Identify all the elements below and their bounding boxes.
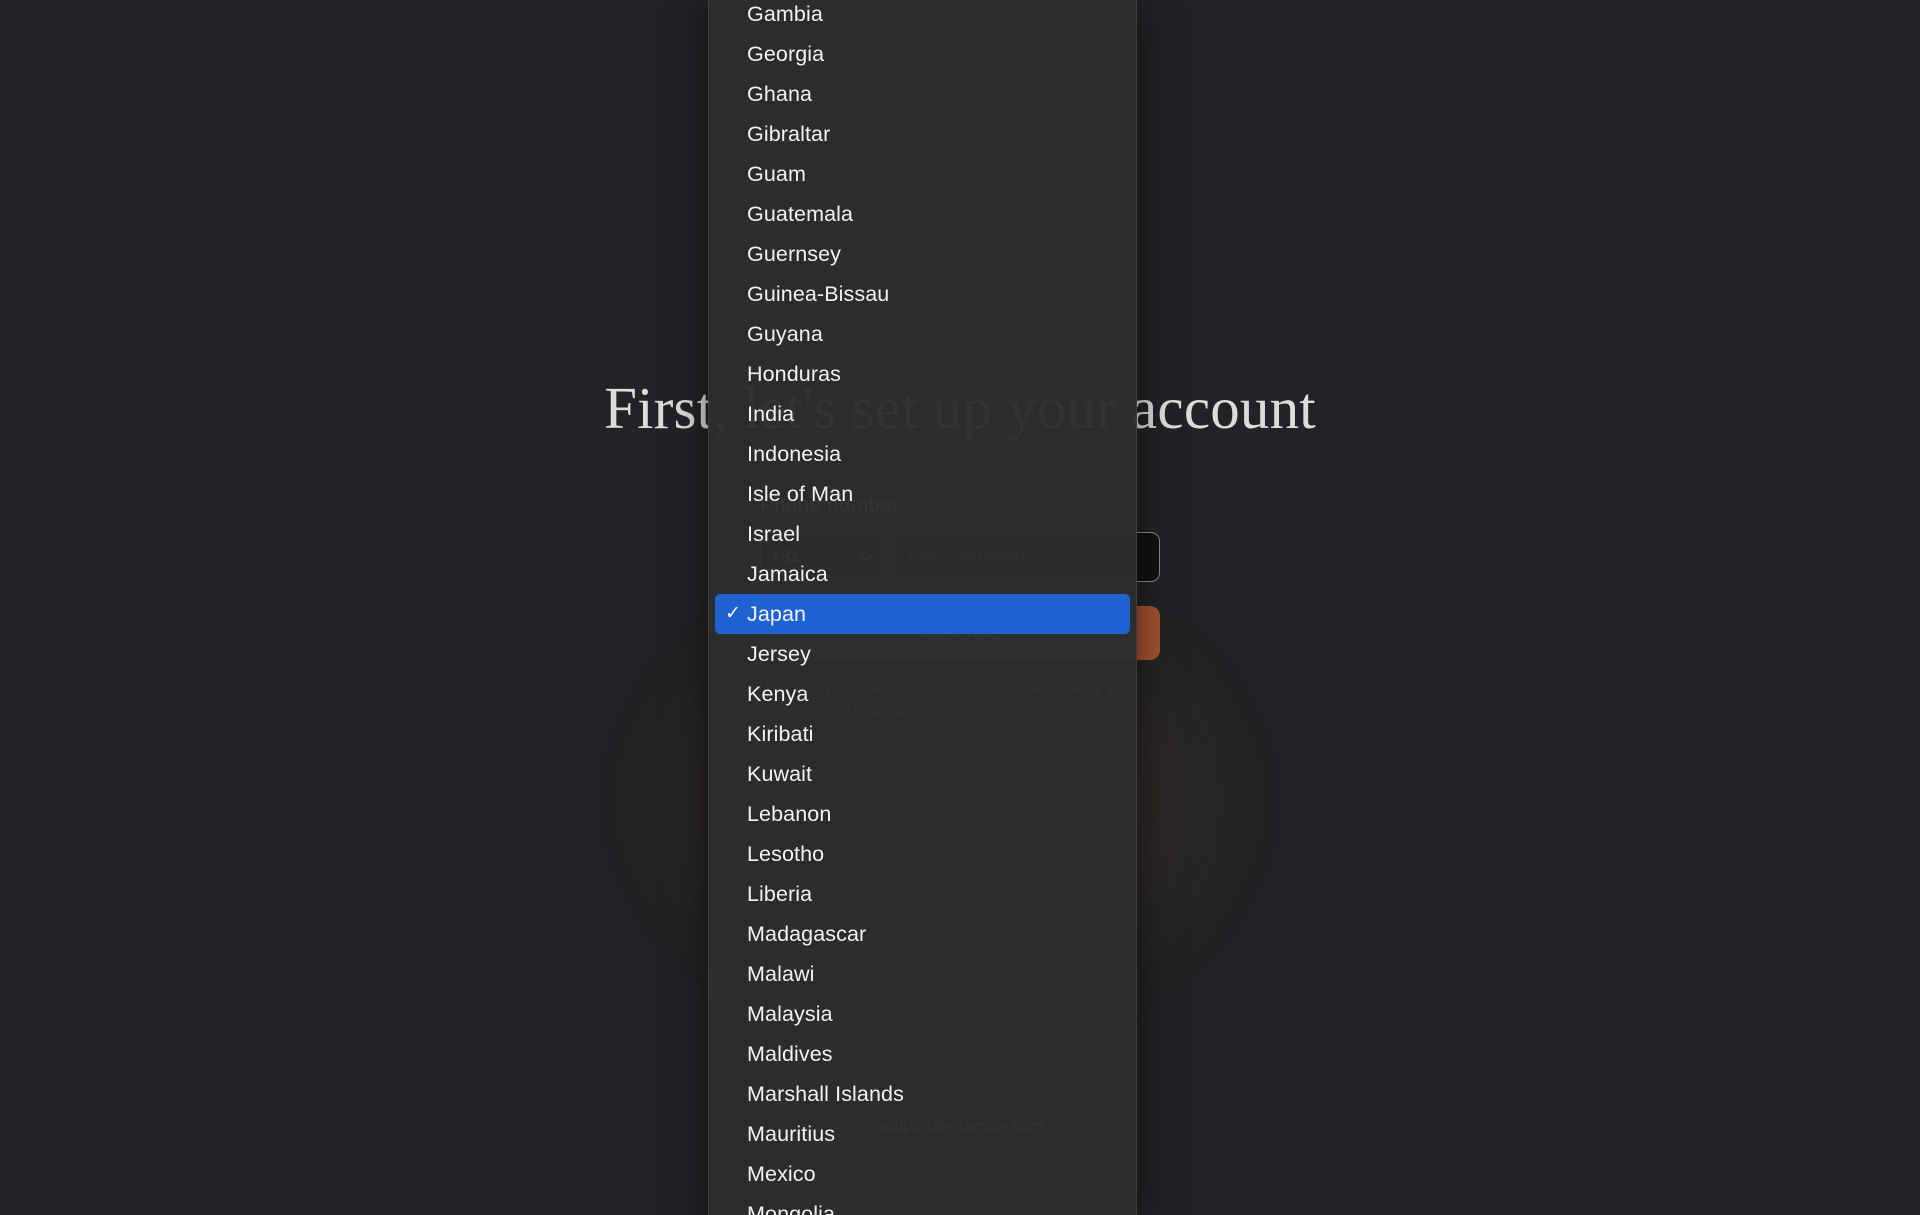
country-option[interactable]: ✓Maldives <box>715 1034 1130 1074</box>
check-icon-placeholder: ✓ <box>725 1114 747 1154</box>
country-option[interactable]: ✓Kenya <box>715 674 1130 714</box>
country-option[interactable]: ✓India <box>715 394 1130 434</box>
country-option-label: Kiribati <box>747 722 814 746</box>
check-icon-placeholder: ✓ <box>725 1154 747 1194</box>
country-option-label: Marshall Islands <box>747 1082 904 1106</box>
country-option[interactable]: ✓Honduras <box>715 354 1130 394</box>
country-option-label: Guinea-Bissau <box>747 282 890 306</box>
country-option[interactable]: ✓Lebanon <box>715 794 1130 834</box>
country-option-label: Lesotho <box>747 842 825 866</box>
check-icon: ✓ <box>725 603 742 624</box>
country-option-list[interactable]: ✓Gambia✓Georgia✓Ghana✓Gibraltar✓Guam✓Gua… <box>709 0 1136 1215</box>
country-option-label: Madagascar <box>747 922 867 946</box>
country-option-label: Kuwait <box>747 762 813 786</box>
country-option-label: Mauritius <box>747 1122 836 1146</box>
country-option[interactable]: ✓Malawi <box>715 954 1130 994</box>
check-icon-placeholder: ✓ <box>725 914 747 954</box>
country-option[interactable]: ✓Ghana <box>715 74 1130 114</box>
country-option[interactable]: ✓Madagascar <box>715 914 1130 954</box>
check-icon-placeholder: ✓ <box>725 754 747 794</box>
country-option[interactable]: ✓Georgia <box>715 34 1130 74</box>
country-option-label: Mexico <box>747 1162 816 1186</box>
check-icon-placeholder: ✓ <box>725 714 747 754</box>
country-option[interactable]: ✓Guernsey <box>715 234 1130 274</box>
country-dropdown-popup[interactable]: ✓Gambia✓Georgia✓Ghana✓Gibraltar✓Guam✓Gua… <box>708 0 1137 1215</box>
check-icon-placeholder: ✓ <box>725 74 747 114</box>
country-option-label: Jamaica <box>747 562 828 586</box>
country-option[interactable]: ✓Kiribati <box>715 714 1130 754</box>
check-icon-placeholder: ✓ <box>725 994 747 1034</box>
country-option-label: Gambia <box>747 2 823 26</box>
country-option[interactable]: ✓Guam <box>715 154 1130 194</box>
check-icon-placeholder: ✓ <box>725 154 747 194</box>
country-option-label: Japan <box>747 602 807 626</box>
country-option-label: Lebanon <box>747 802 832 826</box>
country-option-label: Guatemala <box>747 202 854 226</box>
country-option[interactable]: ✓Jersey <box>715 634 1130 674</box>
country-option-label: Israel <box>747 522 801 546</box>
country-option[interactable]: ✓Malaysia <box>715 994 1130 1034</box>
country-option[interactable]: ✓Jamaica <box>715 554 1130 594</box>
check-icon-placeholder: ✓ <box>725 114 747 154</box>
check-icon-placeholder: ✓ <box>725 354 747 394</box>
country-option-label: Isle of Man <box>747 482 854 506</box>
country-option-label: Georgia <box>747 42 825 66</box>
check-icon-placeholder: ✓ <box>725 954 747 994</box>
check-icon-placeholder: ✓ <box>725 434 747 474</box>
check-icon-placeholder: ✓ <box>725 794 747 834</box>
country-option[interactable]: ✓Guinea-Bissau <box>715 274 1130 314</box>
country-option[interactable]: ✓Mauritius <box>715 1114 1130 1154</box>
country-option-label: Malawi <box>747 962 815 986</box>
check-icon-placeholder: ✓ <box>725 674 747 714</box>
country-option[interactable]: ✓Mongolia <box>715 1194 1130 1215</box>
country-option-label: India <box>747 402 795 426</box>
country-option-label: Mongolia <box>747 1202 836 1215</box>
country-option-label: Guernsey <box>747 242 842 266</box>
check-icon-placeholder: ✓ <box>725 314 747 354</box>
check-icon-placeholder: ✓ <box>725 834 747 874</box>
country-option-label: Honduras <box>747 362 842 386</box>
country-option-label: Maldives <box>747 1042 833 1066</box>
country-option[interactable]: ✓Lesotho <box>715 834 1130 874</box>
country-option[interactable]: ✓Indonesia <box>715 434 1130 474</box>
country-option[interactable]: ✓Isle of Man <box>715 474 1130 514</box>
country-option-label: Guyana <box>747 322 823 346</box>
country-option-label: Gibraltar <box>747 122 831 146</box>
country-option[interactable]: ✓Guatemala <box>715 194 1130 234</box>
check-icon-placeholder: ✓ <box>725 194 747 234</box>
country-option-label: Kenya <box>747 682 809 706</box>
country-option-label: Liberia <box>747 882 813 906</box>
country-option-label: Guam <box>747 162 806 186</box>
country-option-label: Ghana <box>747 82 813 106</box>
screen: First, let's set up your account Phone n… <box>0 0 1920 1215</box>
check-icon-placeholder: ✓ <box>725 1034 747 1074</box>
country-option[interactable]: ✓Israel <box>715 514 1130 554</box>
country-option[interactable]: ✓Mexico <box>715 1154 1130 1194</box>
check-icon-placeholder: ✓ <box>725 1074 747 1114</box>
check-icon-placeholder: ✓ <box>725 394 747 434</box>
country-option-label: Malaysia <box>747 1002 833 1026</box>
country-option-label: Indonesia <box>747 442 842 466</box>
country-option[interactable]: ✓Gibraltar <box>715 114 1130 154</box>
check-icon-placeholder: ✓ <box>725 874 747 914</box>
country-option[interactable]: ✓Marshall Islands <box>715 1074 1130 1114</box>
check-icon-placeholder: ✓ <box>725 554 747 594</box>
check-icon-placeholder: ✓ <box>725 514 747 554</box>
check-icon-placeholder: ✓ <box>725 274 747 314</box>
country-option[interactable]: ✓ Japan <box>715 594 1130 634</box>
country-option-label: Jersey <box>747 642 811 666</box>
check-icon-placeholder: ✓ <box>725 234 747 274</box>
check-icon-placeholder: ✓ <box>725 1194 747 1215</box>
check-icon-placeholder: ✓ <box>725 34 747 74</box>
country-option[interactable]: ✓Guyana <box>715 314 1130 354</box>
check-icon-placeholder: ✓ <box>725 634 747 674</box>
country-option[interactable]: ✓Liberia <box>715 874 1130 914</box>
check-icon-placeholder: ✓ <box>725 474 747 514</box>
country-option[interactable]: ✓Gambia <box>715 0 1130 34</box>
country-option[interactable]: ✓Kuwait <box>715 754 1130 794</box>
check-icon-placeholder: ✓ <box>725 0 747 34</box>
